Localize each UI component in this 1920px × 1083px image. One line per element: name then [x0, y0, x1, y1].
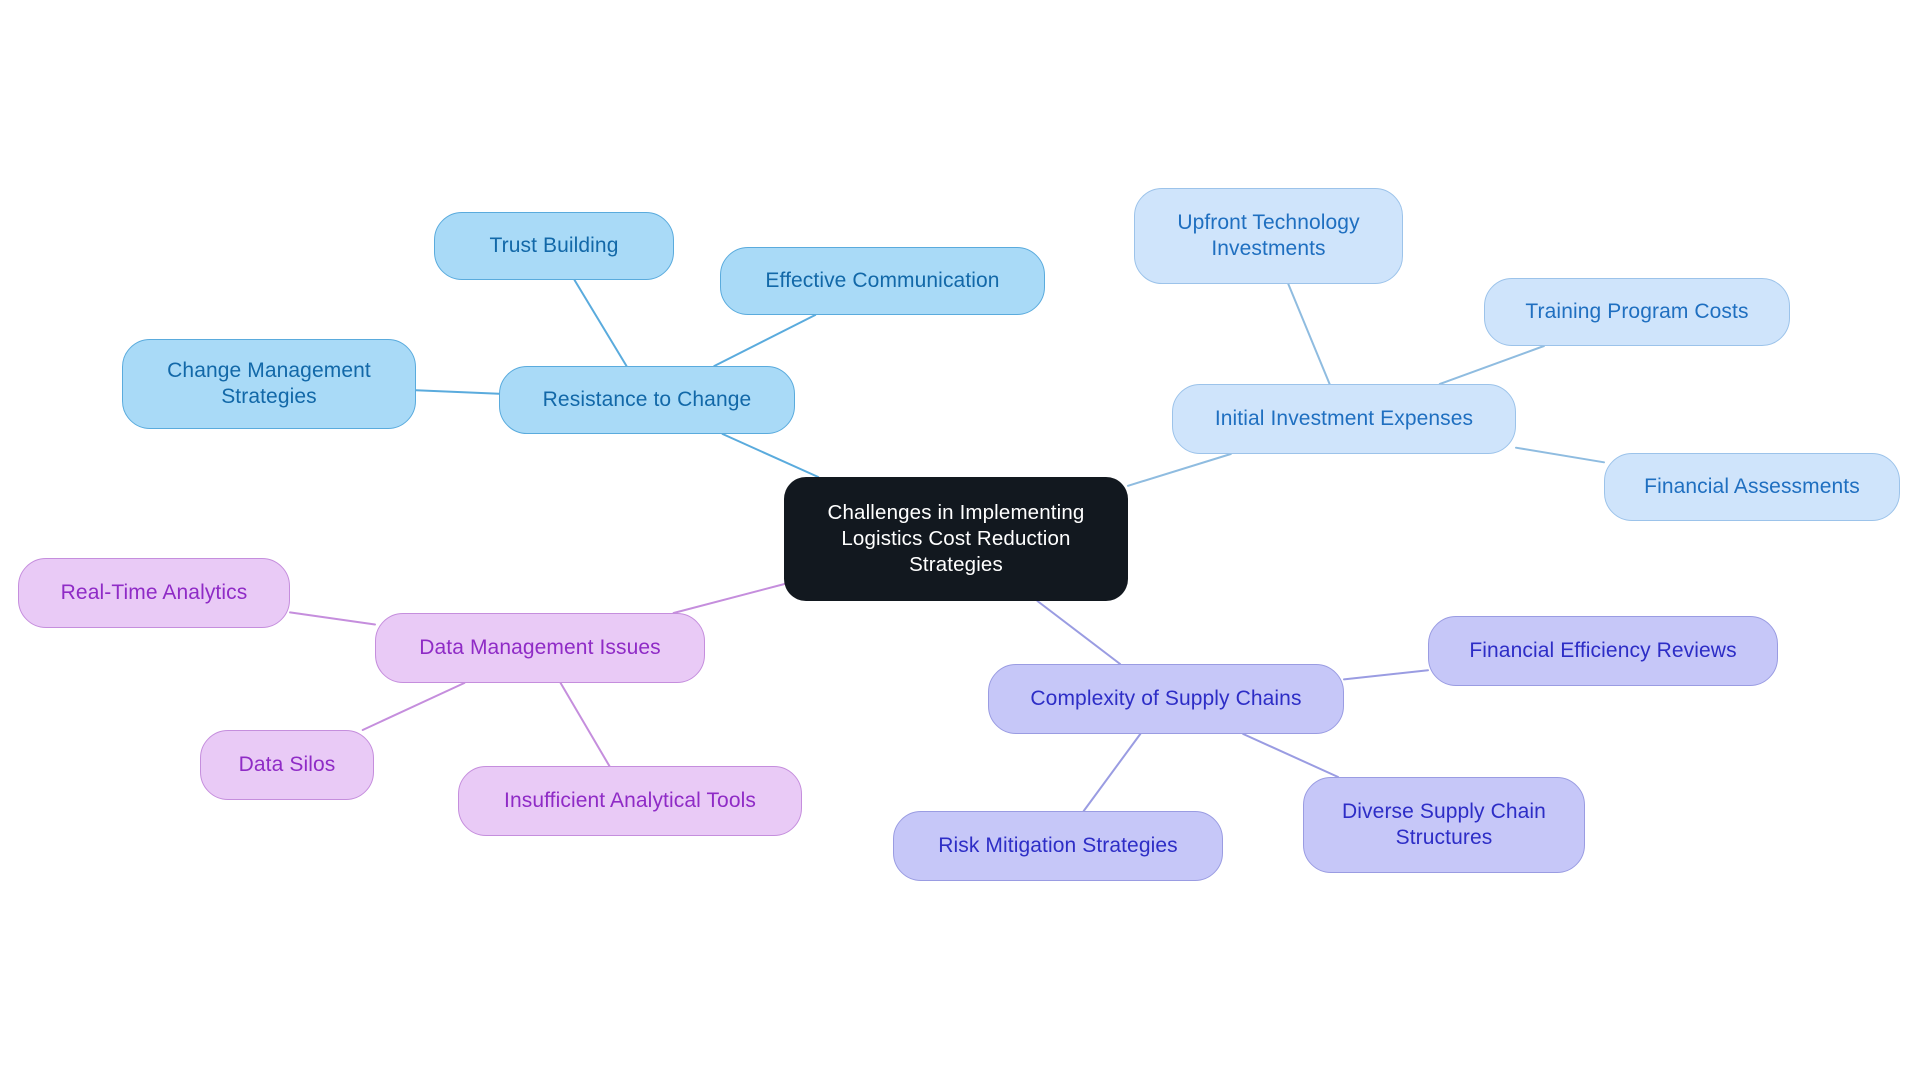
mind-map-canvas: Challenges in Implementing Logistics Cos… [0, 0, 1920, 1083]
connector-data-management-issues-to-insufficient-analytical-tools [559, 682, 611, 767]
connector-data-management-issues-to-data-silos [361, 682, 466, 731]
mind-map-node-initial-investment-expenses[interactable]: Initial Investment Expenses [1172, 384, 1516, 454]
mind-map-node-financial-efficiency-reviews[interactable]: Financial Efficiency Reviews [1428, 616, 1778, 686]
mind-map-node-effective-communication[interactable]: Effective Communication [720, 247, 1045, 315]
mind-map-node-training-program-costs[interactable]: Training Program Costs [1484, 278, 1790, 346]
connector-initial-investment-expenses-to-financial-assessments [1515, 446, 1605, 464]
connector-data-management-issues-to-real-time-analytics [289, 611, 376, 626]
mind-map-node-upfront-technology-investments[interactable]: Upfront Technology Investments [1134, 188, 1403, 284]
connector-complexity-of-supply-chains-to-diverse-supply-chain-structures [1242, 733, 1340, 778]
mind-map-node-diverse-supply-chain-structures[interactable]: Diverse Supply Chain Structures [1303, 777, 1585, 873]
connector-resistance-to-change-to-effective-communication [713, 314, 817, 367]
connector-root-to-resistance-to-change [721, 433, 820, 478]
connector-root-to-initial-investment-expenses [1127, 453, 1232, 487]
mind-map-node-risk-mitigation-strategies[interactable]: Risk Mitigation Strategies [893, 811, 1223, 881]
mind-map-node-data-management-issues[interactable]: Data Management Issues [375, 613, 705, 683]
connector-root-to-complexity-of-supply-chains [1036, 600, 1122, 665]
mind-map-node-trust-building[interactable]: Trust Building [434, 212, 674, 280]
mind-map-root-node[interactable]: Challenges in Implementing Logistics Cos… [784, 477, 1128, 601]
mind-map-node-financial-assessments[interactable]: Financial Assessments [1604, 453, 1900, 521]
mind-map-node-insufficient-analytical-tools[interactable]: Insufficient Analytical Tools [458, 766, 802, 836]
connector-resistance-to-change-to-change-management-strategies [415, 389, 500, 395]
mind-map-node-real-time-analytics[interactable]: Real-Time Analytics [18, 558, 290, 628]
connector-complexity-of-supply-chains-to-risk-mitigation-strategies [1082, 733, 1142, 812]
mind-map-node-change-management-strategies[interactable]: Change Management Strategies [122, 339, 416, 429]
connector-complexity-of-supply-chains-to-financial-efficiency-reviews [1343, 669, 1429, 681]
connector-root-to-data-management-issues [672, 583, 785, 614]
connector-resistance-to-change-to-trust-building [573, 279, 628, 367]
mind-map-node-resistance-to-change[interactable]: Resistance to Change [499, 366, 795, 434]
connector-initial-investment-expenses-to-upfront-technology-investments [1287, 283, 1331, 385]
mind-map-node-data-silos[interactable]: Data Silos [200, 730, 374, 800]
mind-map-node-complexity-of-supply-chains[interactable]: Complexity of Supply Chains [988, 664, 1344, 734]
connector-initial-investment-expenses-to-training-program-costs [1438, 345, 1545, 385]
